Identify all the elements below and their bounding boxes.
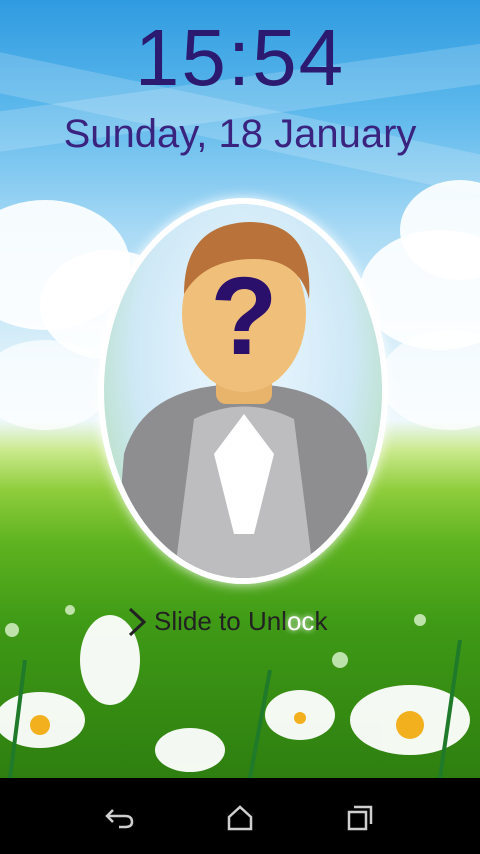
slide-label-suffix: k [314, 606, 328, 636]
question-mark-glyph: ? [210, 255, 277, 378]
back-icon [105, 809, 134, 829]
recents-icon [347, 805, 373, 831]
slide-to-unlock[interactable]: Slide to Unl oc k [128, 606, 327, 637]
navigation-bar [0, 778, 480, 854]
chevron-right-icon [128, 607, 146, 636]
home-icon [227, 805, 253, 831]
slide-label-prefix: Slide to Unl [154, 606, 287, 636]
avatar-frame: ? [98, 198, 388, 584]
unknown-person-icon: ? [114, 222, 376, 578]
recents-button[interactable] [340, 798, 380, 838]
back-button[interactable] [100, 798, 140, 838]
home-button[interactable] [220, 798, 260, 838]
slide-label-highlight: oc [286, 606, 315, 636]
lockscreen-clock: 15:54 [134, 13, 346, 102]
lockscreen-date: Sunday, 18 January [63, 112, 417, 156]
cloud [380, 330, 480, 430]
avatar: ? [104, 204, 382, 578]
